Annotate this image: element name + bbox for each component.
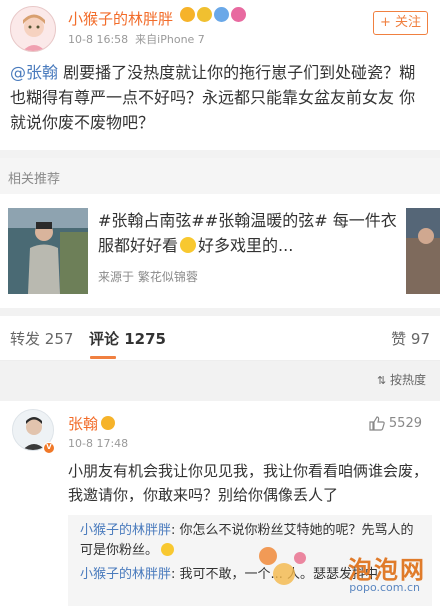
crown-badge-icon bbox=[101, 416, 116, 430]
sort-label: 按热度 bbox=[389, 373, 426, 387]
post-meta: 10-8 16:58 来自iPhone 7 bbox=[68, 31, 205, 47]
tab-reposts[interactable]: 转发 257 bbox=[10, 328, 73, 349]
related-header: 相关推荐 bbox=[0, 158, 440, 194]
verified-badge-icon: V bbox=[43, 442, 55, 454]
tab-likes[interactable]: 赞 97 bbox=[391, 328, 430, 349]
related-source: 来源于 繁花似锦蓉 bbox=[98, 270, 198, 284]
user-badges bbox=[180, 7, 246, 22]
related-side-image bbox=[406, 208, 440, 294]
comment-item: V 张翰 10-8 17:48 5529 小朋友有机会我让你见见我，我让你看看咱… bbox=[0, 401, 440, 606]
comment-time: 10-8 17:48 bbox=[68, 437, 129, 450]
tab-comments[interactable]: 评论 1275 bbox=[89, 328, 166, 349]
related-header-label: 相关推荐 bbox=[8, 172, 61, 187]
watermark-title: 泡泡网 bbox=[348, 556, 426, 584]
related-title-tail: 好多戏里的... bbox=[198, 236, 294, 255]
tab-comments-count: 1275 bbox=[124, 330, 166, 348]
watermark-url: popo.com.cn bbox=[349, 581, 420, 594]
comment-like-button[interactable]: 5529 bbox=[369, 416, 422, 431]
follow-button[interactable]: + 关注 bbox=[373, 11, 428, 35]
thumb-up-icon bbox=[369, 416, 385, 431]
post-username[interactable]: 小猴子的林胖胖 bbox=[68, 8, 173, 29]
site-watermark: 泡泡网 popo.com.cn bbox=[259, 547, 434, 598]
commenter-username[interactable]: 张翰 bbox=[68, 413, 116, 434]
comment-like-count: 5529 bbox=[388, 416, 422, 431]
sort-by-hot-button[interactable]: ⇅ 按热度 bbox=[377, 371, 426, 388]
post-text: @张翰 剧要播了没热度就让你的拖行崽子们到处碰瓷？糊也糊得有尊严一点不好吗？永远… bbox=[10, 60, 428, 135]
related-title: #张翰占南弦##张翰温暖的弦# 每一件衣服都好好看 好多戏里的... bbox=[98, 208, 408, 258]
smile-emoji-icon bbox=[161, 543, 175, 556]
balloon-badge-icon bbox=[214, 7, 229, 22]
heart-badge-icon bbox=[231, 7, 246, 22]
crown-badge-icon bbox=[180, 7, 195, 22]
tab-comments-label: 评论 bbox=[89, 330, 120, 348]
post-tabs: 转发 257 评论 1275 赞 97 bbox=[0, 316, 440, 361]
weibo-post: 小猴子的林胖胖 10-8 16:58 来自iPhone 7 + 关注 @张翰 剧… bbox=[0, 0, 440, 150]
mention-link[interactable]: @张翰 bbox=[10, 63, 58, 82]
tab-reposts-label: 转发 bbox=[10, 330, 41, 348]
related-card[interactable]: #张翰占南弦##张翰温暖的弦# 每一件衣服都好好看 好多戏里的... 来源于 繁花… bbox=[0, 194, 440, 308]
sort-bar: ⇅ 按热度 bbox=[0, 361, 440, 397]
related-thumbnail bbox=[8, 208, 88, 294]
sort-icon: ⇅ bbox=[376, 374, 387, 387]
reply-username[interactable]: 小猴子的林胖胖 bbox=[80, 523, 171, 538]
user-avatar[interactable] bbox=[10, 6, 56, 52]
active-tab-indicator bbox=[90, 356, 116, 359]
tab-likes-count: 97 bbox=[410, 330, 430, 348]
reply-username[interactable]: 小猴子的林胖胖 bbox=[80, 567, 171, 582]
post-source: 来自iPhone 7 bbox=[135, 33, 205, 46]
tab-reposts-count: 257 bbox=[44, 330, 74, 348]
comment-text: 小朋友有机会我让你见见我，我让你看看咱俩谁会废，我邀请你，你敢来吗？别给你偶像丢… bbox=[68, 462, 429, 504]
post-body: 剧要播了没热度就让你的拖行崽子们到处碰瓷？糊也糊得有尊严一点不好吗？永远都只能靠… bbox=[10, 63, 416, 132]
tab-likes-label: 赞 bbox=[391, 330, 407, 348]
trophy-badge-icon bbox=[197, 7, 212, 22]
commenter-name: 张翰 bbox=[68, 415, 99, 433]
bubble-logo-icon bbox=[259, 547, 306, 585]
post-time: 10-8 16:58 bbox=[68, 33, 129, 46]
smile-emoji-icon bbox=[180, 237, 197, 253]
